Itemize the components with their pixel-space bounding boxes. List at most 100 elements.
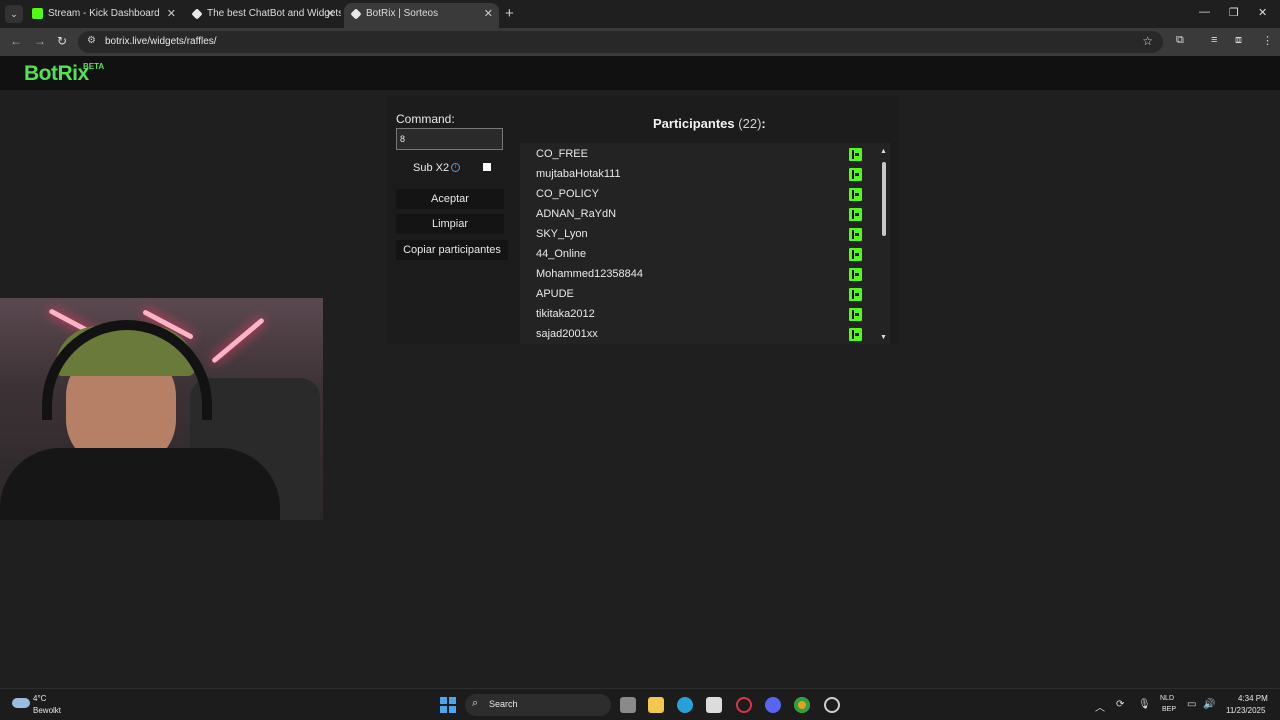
- weather-temperature[interactable]: 4°C: [33, 694, 46, 703]
- cloud-icon[interactable]: [12, 698, 30, 708]
- tab-chatbot-widgets[interactable]: The best ChatBot and Widgets ✕: [185, 3, 341, 25]
- kick-icon: [849, 148, 862, 161]
- info-icon[interactable]: i: [451, 163, 460, 172]
- sync-icon[interactable]: ⟳: [1116, 699, 1124, 710]
- minimize-icon[interactable]: —: [1199, 6, 1210, 18]
- command-input[interactable]: 8: [396, 128, 503, 150]
- clear-button[interactable]: Limpiar: [396, 214, 504, 234]
- kick-icon: [849, 208, 862, 221]
- participant-row: 44_Online: [520, 245, 865, 265]
- chrome-icon[interactable]: [794, 697, 810, 713]
- participant-name: mujtabaHotak111: [536, 168, 621, 180]
- edge-icon[interactable]: [677, 697, 693, 713]
- address-bar[interactable]: ⚙ botrix.live/widgets/raffles/ ☆: [78, 31, 1163, 53]
- browser-toolbar: ← → ↻ ⚙ botrix.live/widgets/raffles/ ☆ ⧉…: [0, 28, 1280, 56]
- tray-overflow-icon[interactable]: ︿: [1095, 699, 1105, 714]
- close-window-icon[interactable]: ✕: [1258, 6, 1267, 19]
- participant-row: mujtabaHotak111: [520, 165, 865, 185]
- kick-icon: [849, 288, 862, 301]
- webcam-overlay: [0, 298, 323, 520]
- participant-row: Mohammed12358844: [520, 265, 865, 285]
- close-tab-icon[interactable]: ✕: [167, 3, 176, 25]
- translate-icon[interactable]: ⧈: [1235, 34, 1242, 47]
- accept-button[interactable]: Aceptar: [396, 189, 504, 209]
- tab-search-button[interactable]: ⌄: [5, 5, 23, 23]
- media-controls-icon[interactable]: ≡: [1211, 34, 1217, 46]
- copy-participants-button[interactable]: Copiar participantes: [396, 240, 508, 260]
- clock-date[interactable]: 11/23/2025: [1226, 706, 1265, 715]
- url-text[interactable]: botrix.live/widgets/raffles/: [105, 36, 217, 47]
- kick-icon: [849, 308, 862, 321]
- participant-row: CO_FREE: [520, 145, 865, 165]
- tab-title: The best ChatBot and Widgets: [207, 8, 341, 19]
- kick-favicon-icon: [32, 8, 43, 19]
- new-tab-button[interactable]: +: [505, 5, 514, 22]
- beta-badge: BETA: [83, 62, 105, 71]
- discord-icon[interactable]: [765, 697, 781, 713]
- network-icon[interactable]: ▭: [1187, 699, 1196, 710]
- kick-icon: [849, 228, 862, 241]
- site-info-icon[interactable]: ⚙: [87, 35, 96, 46]
- participant-row: APUDE: [520, 285, 865, 305]
- kick-icon: [849, 328, 862, 341]
- participants-count: (22): [738, 116, 762, 131]
- search-label: Search: [489, 699, 518, 709]
- bookmark-star-icon[interactable]: ☆: [1142, 34, 1153, 48]
- site-header: BotRix BETA: [0, 56, 1280, 90]
- task-view-icon[interactable]: [620, 697, 636, 713]
- sub-x2-label: Sub X2: [413, 162, 450, 174]
- participant-name: 44_Online: [536, 248, 587, 260]
- participants-list[interactable]: CO_FREE mujtabaHotak111 CO_POLICY ADNAN_…: [520, 143, 890, 344]
- reload-icon[interactable]: ↻: [57, 34, 67, 48]
- forward-icon[interactable]: →: [34, 34, 46, 48]
- participant-name: SKY_Lyon: [536, 228, 588, 240]
- keyboard-layout-indicator[interactable]: BEP: [1162, 706, 1176, 713]
- microphone-icon[interactable]: 🎙: [1138, 699, 1151, 710]
- close-tab-icon[interactable]: ✕: [484, 3, 493, 25]
- botrix-favicon-icon: [350, 8, 362, 20]
- kick-icon: [849, 168, 862, 181]
- sub-x2-checkbox[interactable]: [483, 163, 491, 171]
- volume-icon[interactable]: 🔊: [1203, 699, 1215, 710]
- windows-start-icon[interactable]: [440, 697, 456, 713]
- participant-name: CO_FREE: [536, 148, 588, 160]
- taskbar-search[interactable]: ⌕ Search: [465, 694, 611, 716]
- participant-row: SKY_Lyon: [520, 225, 865, 245]
- back-icon[interactable]: ←: [10, 34, 22, 48]
- participant-name: Mohammed12358844: [536, 268, 644, 280]
- botrix-favicon-icon: [191, 8, 203, 20]
- windows-taskbar: 4°C Bewolkt ⌕ Search ︿ ⟳ 🎙 NLD BEP ▭ 🔊 4…: [0, 688, 1280, 720]
- command-label: Command:: [396, 112, 455, 126]
- weather-description[interactable]: Bewolkt: [33, 706, 61, 715]
- scrollbar-thumb[interactable]: [882, 162, 886, 236]
- tab-kick-dashboard[interactable]: Stream - Kick Dashboard ✕: [26, 3, 182, 25]
- participants-title: Participantes (22):: [653, 116, 766, 131]
- participant-row: tikitaka2012: [520, 305, 865, 325]
- participant-row: CO_POLICY: [520, 185, 865, 205]
- restore-icon[interactable]: ❐: [1229, 6, 1239, 19]
- tab-title: BotRix | Sorteos: [366, 8, 439, 19]
- tab-title: Stream - Kick Dashboard: [48, 8, 160, 19]
- file-explorer-icon[interactable]: [648, 697, 664, 713]
- language-indicator[interactable]: NLD: [1160, 695, 1174, 702]
- opera-icon[interactable]: [736, 697, 752, 713]
- participants-title-text: Participantes: [653, 116, 735, 131]
- tab-botrix-sorteos[interactable]: BotRix | Sorteos ✕: [344, 3, 499, 28]
- obs-icon[interactable]: [824, 697, 840, 713]
- clock-time[interactable]: 4:34 PM: [1238, 694, 1268, 703]
- store-icon[interactable]: [706, 697, 722, 713]
- browser-tab-strip: ⌄ Stream - Kick Dashboard ✕ The best Cha…: [0, 0, 1280, 28]
- participant-name: ADNAN_RaYdN: [536, 208, 617, 220]
- scroll-down-arrow-icon[interactable]: ▼: [880, 334, 887, 341]
- menu-dots-icon[interactable]: ⋮: [1262, 34, 1273, 47]
- participant-row: ADNAN_RaYdN: [520, 205, 865, 225]
- extensions-icon[interactable]: ⧉: [1176, 34, 1184, 47]
- close-tab-icon[interactable]: ✕: [326, 3, 335, 25]
- participant-name: tikitaka2012: [536, 308, 595, 320]
- botrix-logo[interactable]: BotRix: [24, 62, 89, 86]
- scroll-up-arrow-icon[interactable]: ▲: [880, 148, 887, 155]
- kick-icon: [849, 268, 862, 281]
- participant-name: CO_POLICY: [536, 188, 599, 200]
- participant-name: sajad2001xx: [536, 328, 598, 340]
- participants-title-suffix: :: [761, 116, 766, 131]
